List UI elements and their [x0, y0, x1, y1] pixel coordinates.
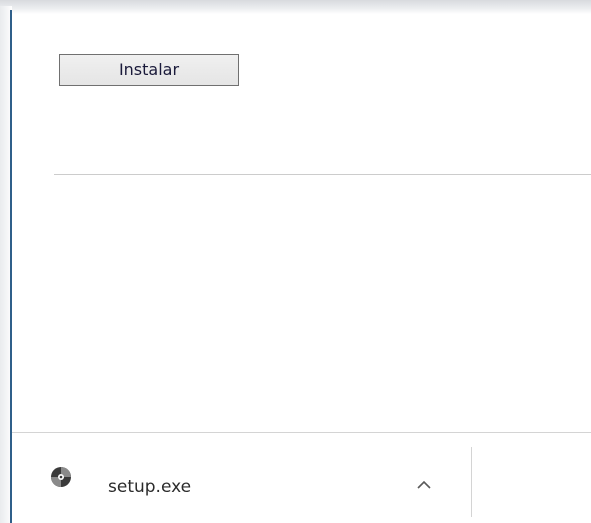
- download-item[interactable]: setup.exe: [12, 433, 470, 523]
- download-file-name: setup.exe: [108, 477, 192, 497]
- chevron-up-icon[interactable]: [414, 475, 434, 495]
- window-top-shadow: [0, 0, 591, 14]
- installer-disc-icon: [50, 466, 72, 488]
- horizontal-divider: [54, 174, 591, 175]
- download-bar: setup.exe: [12, 432, 591, 523]
- install-button[interactable]: Instalar: [59, 54, 239, 86]
- download-item-separator: [471, 447, 472, 517]
- browser-window: Instalar setup.exe: [0, 0, 591, 523]
